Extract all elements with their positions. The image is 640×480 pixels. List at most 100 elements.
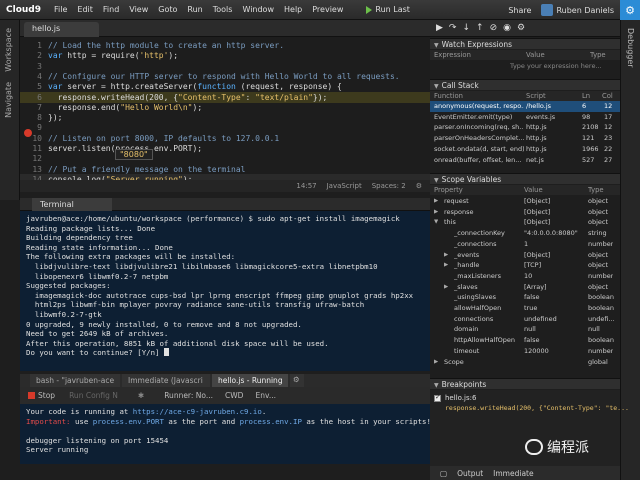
code-text: response.writeHead(200, {"Content-Type":… — [48, 93, 328, 102]
call-stack-cell: 17 — [604, 112, 613, 121]
step-out-icon[interactable]: ↑ — [476, 23, 484, 33]
scope-variable-row[interactable]: httpAllowHalfOpen false boolean — [430, 335, 620, 346]
expand-icon[interactable]: ▢ — [440, 469, 447, 478]
scope-value: 1 — [524, 239, 529, 248]
breakpoint-item[interactable]: hello.js:6 response.writeHead(200, {"Con… — [430, 393, 629, 414]
language-mode[interactable]: JavaScript — [327, 182, 362, 190]
menu-view[interactable]: View — [124, 5, 153, 14]
watch-expression-input[interactable]: Type your expression here... — [430, 61, 620, 71]
gear-icon[interactable]: ⚙ — [620, 0, 640, 20]
call-stack-row[interactable]: onread(buffer, offset, len... net.js 527 27 — [430, 155, 620, 166]
scope-property: _connectionKey — [454, 229, 505, 238]
tab-output[interactable]: Output — [457, 469, 483, 478]
workspace-tab[interactable]: Workspace — [4, 28, 13, 72]
bug-icon[interactable]: ✱ — [138, 391, 144, 400]
run-output[interactable]: Your code is running at https://ace-c9-j… — [20, 404, 430, 464]
step-over-icon[interactable]: ↷ — [449, 23, 457, 33]
code-editor[interactable]: 1// Load the http module to create an ht… — [20, 37, 430, 180]
menu-find[interactable]: Find — [98, 5, 124, 14]
scope-variable-row[interactable]: ▶ Scope global — [430, 357, 620, 368]
call-stack-row[interactable]: parser.onIncoming(req, sh... http.js 2108 1… — [430, 122, 620, 133]
tab-immediate-bottom[interactable]: Immediate — [493, 469, 533, 478]
code-text: // Load the http module to create an htt… — [48, 41, 284, 50]
env-button[interactable]: Env... — [255, 391, 276, 400]
scope-property: this — [444, 218, 456, 227]
run-config-name[interactable]: Run Config N — [69, 391, 118, 400]
breakpoints-header[interactable]: ▼ Breakpoints — [430, 378, 620, 389]
menu-goto[interactable]: Goto — [153, 5, 182, 14]
stop-button[interactable]: Stop — [28, 391, 55, 400]
code-token: // Configure our HTTP server to respond … — [48, 71, 400, 81]
watch-expressions-header[interactable]: ▼ Watch Expressions — [430, 38, 620, 49]
scope-variable-row[interactable]: ▶ request [Object] object — [430, 196, 620, 207]
menu-file[interactable]: File — [49, 5, 72, 14]
cwd-button[interactable]: CWD — [225, 391, 243, 400]
call-stack-row[interactable]: socket.ondata(d, start, end) http.js 1966 2… — [430, 144, 620, 155]
gear-icon[interactable]: ⚙ — [290, 374, 304, 387]
watch-columns: Expression Value Type — [430, 50, 620, 60]
app-url-link[interactable]: https://ace-c9-javruben.c9.io — [133, 407, 262, 416]
menu-edit[interactable]: Edit — [72, 5, 98, 14]
call-stack-header[interactable]: ▼ Call Stack — [430, 79, 620, 90]
scope-variable-row[interactable]: _usingSlaves false boolean — [430, 292, 620, 303]
stop-icon — [28, 392, 35, 399]
tab-bash[interactable]: bash - "javruben-ace — [30, 374, 120, 387]
scope-variable-row[interactable]: allowHalfOpen true boolean — [430, 303, 620, 314]
terminal-tab[interactable]: Terminal — [32, 198, 112, 211]
expand-icon[interactable]: ▶ — [444, 260, 448, 271]
breakpoint-icon[interactable] — [24, 129, 32, 137]
expand-icon[interactable]: ▶ — [444, 282, 448, 293]
terminal[interactable]: javruben@ace:/home/ubuntu/workspace (per… — [20, 211, 430, 371]
scope-variable-row[interactable]: ▶ _handle [TCP] object — [430, 260, 620, 271]
breakpoint-checkbox[interactable] — [434, 393, 441, 402]
scope-property: domain — [454, 325, 479, 334]
scope-type: undefi... — [588, 314, 615, 323]
deactivate-breakpoints-icon[interactable]: ⊘ — [490, 23, 498, 33]
scope-variable-row[interactable]: ▶ response [Object] object — [430, 207, 620, 218]
scope-variable-row[interactable]: ▶ _slaves [Array] object — [430, 282, 620, 293]
avatar[interactable] — [541, 4, 554, 16]
scope-variable-row[interactable]: _connectionKey "4:0.0.0.0:8080" string — [430, 228, 620, 239]
navigate-tab[interactable]: Navigate — [4, 82, 13, 118]
expand-icon[interactable]: ▶ — [434, 196, 438, 207]
scope-variable-row[interactable]: _connections 1 number — [430, 239, 620, 250]
run-last-button[interactable]: Run Last — [366, 5, 410, 14]
expand-icon[interactable]: ▶ — [434, 357, 438, 368]
scope-variable-row[interactable]: ▼ this [Object] object — [430, 217, 620, 228]
scope-variable-row[interactable]: connections undefined undefi... — [430, 314, 620, 325]
menu-run[interactable]: Run — [182, 5, 207, 14]
step-into-icon[interactable]: ↓ — [462, 23, 470, 33]
menu-preview[interactable]: Preview — [307, 5, 348, 14]
scope-variables-header[interactable]: ▼ Scope Variables — [430, 173, 620, 184]
editor-tab-hello-js[interactable]: hello.js — [24, 22, 99, 37]
scope-columns: Property Value Type — [430, 185, 620, 195]
settings-icon[interactable]: ⚙ — [517, 23, 525, 33]
expand-icon[interactable]: ▶ — [434, 207, 438, 218]
menu-window[interactable]: Window — [237, 5, 279, 14]
indent-setting[interactable]: Spaces: 2 — [372, 182, 406, 190]
collapse-icon[interactable]: ▼ — [434, 217, 438, 228]
scope-variable-row[interactable]: _maxListeners 10 number — [430, 271, 620, 282]
scope-variable-row[interactable]: ▶ _events [Object] object — [430, 250, 620, 261]
share-button[interactable]: Share — [508, 6, 531, 15]
call-stack-row[interactable]: anonymous(request, respo.../hello.js 6 12 — [430, 101, 620, 112]
menu-help[interactable]: Help — [279, 5, 307, 14]
settings-icon[interactable]: ⚙ — [416, 182, 422, 190]
scope-type: number — [588, 239, 614, 248]
tab-immediate[interactable]: Immediate (Javascri — [122, 374, 210, 387]
menu-tools[interactable]: Tools — [208, 5, 238, 14]
runner-select[interactable]: Runner: No... — [164, 391, 213, 400]
debugger-toolbar: ▶ ↷ ↓ ↑ ⊘ ◉ ⚙ — [430, 20, 620, 37]
editor-tab-bar: hello.js — [20, 20, 430, 37]
expand-icon[interactable]: ▶ — [444, 250, 448, 261]
call-stack-row[interactable]: EventEmitter.emit(type) events.js 98 17 — [430, 112, 620, 123]
app-brand[interactable]: Cloud9 — [0, 5, 49, 15]
resume-icon[interactable]: ▶ — [436, 23, 443, 33]
scope-type: string — [588, 229, 607, 238]
scope-variable-row[interactable]: timeout 120000 number — [430, 346, 620, 357]
tab-hello-running[interactable]: hello.js - Running — [212, 374, 288, 387]
call-stack-row[interactable]: parserOnHeadersComplet... http.js 121 23 — [430, 133, 620, 144]
pause-on-exception-icon[interactable]: ◉ — [503, 23, 511, 33]
scope-variable-row[interactable]: domain null null — [430, 324, 620, 335]
user-name[interactable]: Ruben Daniels — [556, 6, 614, 15]
